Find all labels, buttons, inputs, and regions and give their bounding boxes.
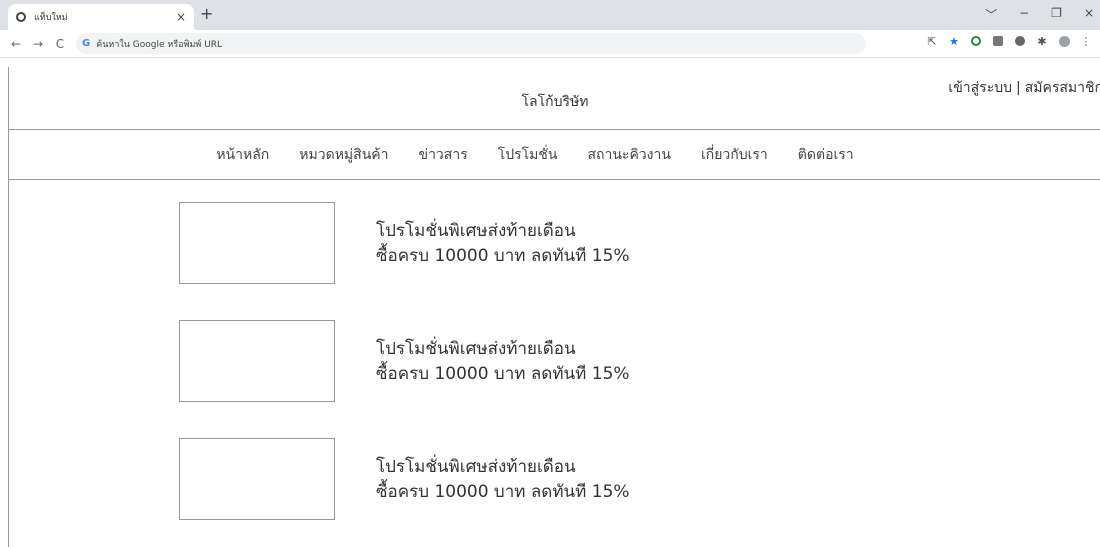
nav-categories[interactable]: หมวดหมู่สินค้า <box>299 144 388 166</box>
back-icon[interactable]: ← <box>10 37 22 51</box>
promo-title: โปรโมชั่นพิเศษส่งท้ายเดือน <box>376 457 576 477</box>
company-logo[interactable]: โลโก้บริษัท <box>9 91 1100 113</box>
reload-icon[interactable]: C <box>54 37 66 51</box>
promo-text: โปรโมชั่นพิเศษส่งท้ายเดือน ซื้อครบ 10000… <box>376 337 630 387</box>
close-icon[interactable]: × <box>1084 6 1094 23</box>
promo-title: โปรโมชั่นพิเศษส่งท้ายเดือน <box>376 339 576 359</box>
nav-about[interactable]: เกี่ยวกับเรา <box>701 144 768 166</box>
promo-image[interactable] <box>179 320 335 402</box>
bookmark-star-icon[interactable]: ★ <box>948 35 960 48</box>
nav-contact[interactable]: ติดต่อเรา <box>798 144 854 166</box>
extensions-puzzle-icon[interactable]: ✱ <box>1036 35 1048 48</box>
menu-kebab-icon[interactable]: ⋮ <box>1080 35 1092 48</box>
restore-icon[interactable]: ❐ <box>1051 6 1062 23</box>
chrome-icon <box>16 12 26 22</box>
promo-text: โปรโมชั่นพิเศษส่งท้ายเดือน ซื้อครบ 10000… <box>376 219 630 269</box>
promo-detail: ซื้อครบ 10000 บาท ลดทันที 15% <box>376 482 630 502</box>
auth-separator: | <box>1016 80 1021 96</box>
tab-title: แท็บใหม่ <box>34 13 68 23</box>
promo-text: โปรโมชั่นพิเศษส่งท้ายเดือน ซื้อครบ 10000… <box>376 455 630 505</box>
nav-news[interactable]: ข่าวสาร <box>419 144 468 166</box>
nav-home[interactable]: หน้าหลัก <box>216 144 269 166</box>
promo-item[interactable]: โปรโมชั่นพิเศษส่งท้ายเดือน ซื้อครบ 10000… <box>179 438 679 522</box>
promo-title: โปรโมชั่นพิเศษส่งท้ายเดือน <box>376 221 576 241</box>
promo-image[interactable] <box>179 202 335 284</box>
new-tab-button[interactable]: + <box>200 4 213 23</box>
window-controls: ﹀ − ❐ × <box>985 6 1094 23</box>
login-link[interactable]: เข้าสู่ระบบ <box>948 80 1012 96</box>
nav-promotions[interactable]: โปรโมชั่น <box>498 144 558 166</box>
extension-green-icon[interactable] <box>970 35 982 47</box>
page-content: โลโก้บริษัท เข้าสู่ระบบ | สมัครสมาชิก หน้า… <box>8 67 1100 547</box>
site-header: โลโก้บริษัท เข้าสู่ระบบ | สมัครสมาชิก <box>9 67 1100 130</box>
forward-icon[interactable]: → <box>32 37 44 51</box>
address-bar[interactable]: G ค้นหาใน Google หรือพิมพ์ URL <box>76 33 866 54</box>
google-icon: G <box>82 38 91 49</box>
extension-circle-icon[interactable] <box>1014 35 1026 47</box>
browser-tab-bar: แท็บใหม่ × + ﹀ − ❐ × <box>0 0 1100 30</box>
nav-queue-status[interactable]: สถานะคิวงาน <box>587 144 670 166</box>
promo-item[interactable]: โปรโมชั่นพิเศษส่งท้ายเดือน ซื้อครบ 10000… <box>179 202 679 286</box>
promo-detail: ซื้อครบ 10000 บาท ลดทันที 15% <box>376 364 630 384</box>
promo-image[interactable] <box>179 438 335 520</box>
promo-item[interactable]: โปรโมชั่นพิเศษส่งท้ายเดือน ซื้อครบ 10000… <box>179 320 679 404</box>
browser-toolbar: ← → C G ค้นหาใน Google หรือพิมพ์ URL ⇱ ★… <box>0 30 1100 58</box>
minimize-icon[interactable]: − <box>1019 6 1029 23</box>
address-bar-placeholder: ค้นหาใน Google หรือพิมพ์ URL <box>96 39 223 50</box>
toolbar-icons: ⇱ ★ ✱ ⋮ <box>926 35 1092 48</box>
browser-tab[interactable]: แท็บใหม่ × <box>8 4 194 30</box>
register-link[interactable]: สมัครสมาชิก <box>1025 80 1100 96</box>
promo-detail: ซื้อครบ 10000 บาท ลดทันที 15% <box>376 246 630 266</box>
tab-close-icon[interactable]: × <box>176 10 186 24</box>
profile-avatar-icon[interactable] <box>1058 35 1070 47</box>
tab-search-icon[interactable]: ﹀ <box>985 6 997 23</box>
main-nav: หน้าหลัก หมวดหมู่สินค้า ข่าวสาร โปรโมชั่… <box>9 130 1100 180</box>
auth-links: เข้าสู่ระบบ | สมัครสมาชิก <box>948 77 1100 99</box>
share-icon[interactable]: ⇱ <box>926 35 938 48</box>
extension-square-icon[interactable] <box>992 35 1004 47</box>
